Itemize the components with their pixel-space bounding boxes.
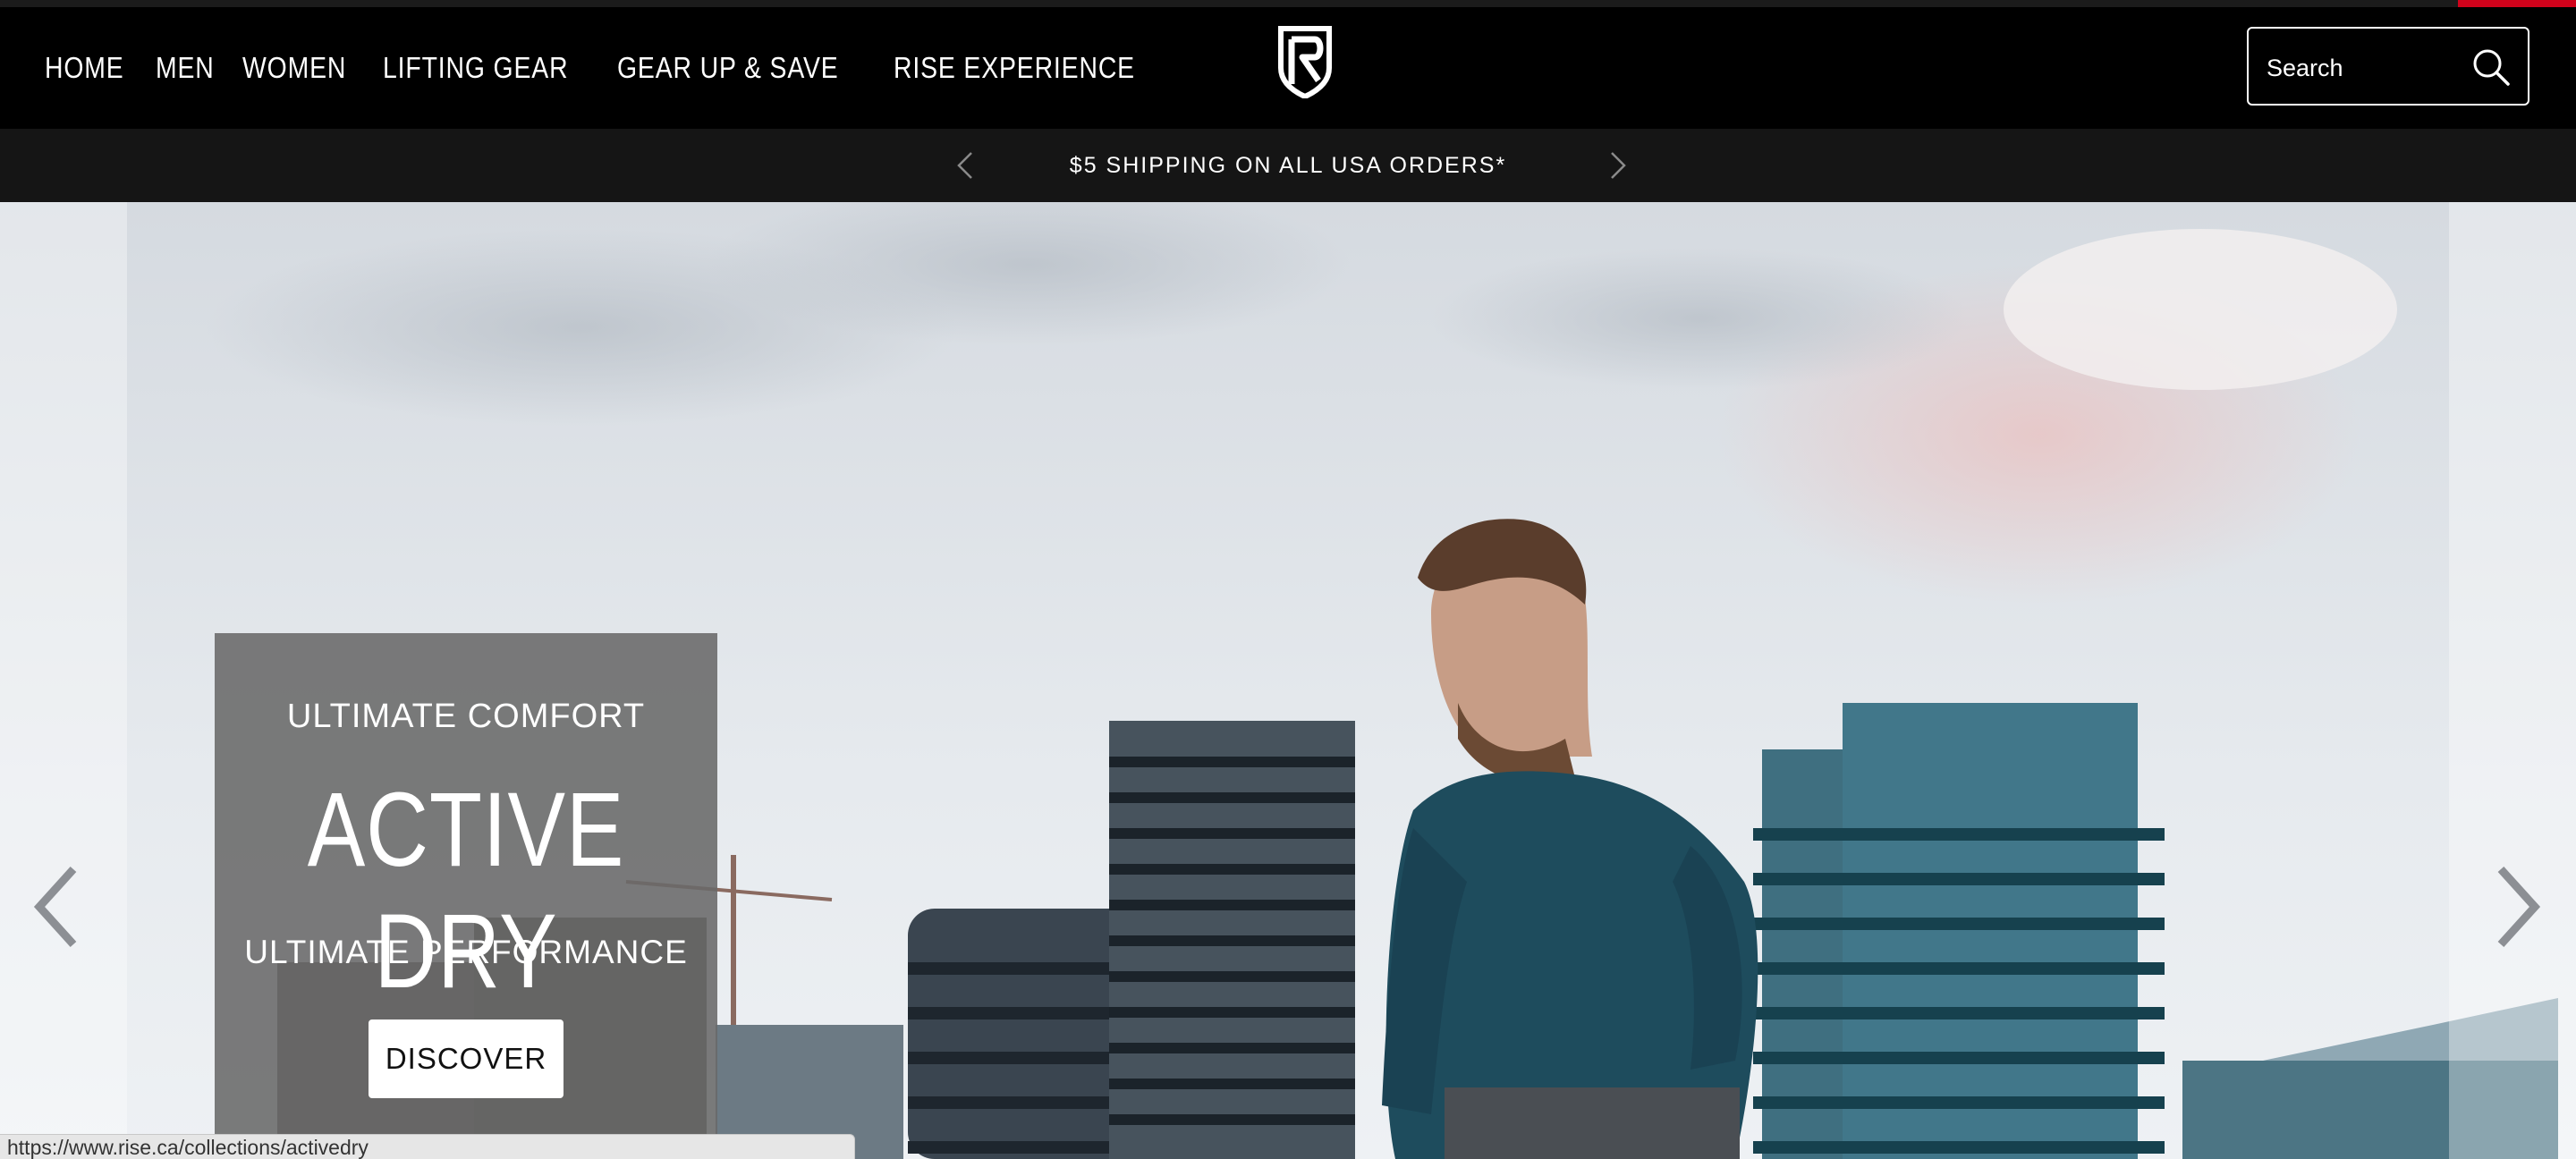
promo-headline: ACTIVE DRY — [307, 771, 625, 1011]
hero-promo-card: ULTIMATE COMFORT ACTIVE DRY ULTIMATE PER… — [215, 633, 717, 1159]
slider-next-arrow-icon[interactable] — [2487, 862, 2549, 952]
nav-women[interactable]: WOMEN — [242, 51, 346, 85]
nav-lifting-gear[interactable]: LIFTING GEAR — [383, 51, 568, 85]
site-header: HOME MEN WOMEN LIFTING GEAR GEAR UP & SA… — [0, 7, 2576, 129]
search-input[interactable] — [2265, 45, 2465, 91]
search-icon[interactable] — [2470, 47, 2512, 88]
top-accent-strip — [0, 0, 2576, 7]
search-box — [2247, 27, 2529, 106]
chevron-right-icon[interactable] — [1601, 150, 1631, 181]
main-nav: HOME MEN WOMEN LIFTING GEAR GEAR UP & SA… — [45, 7, 1167, 129]
nav-home[interactable]: HOME — [45, 51, 124, 85]
rise-logo[interactable] — [1275, 25, 1335, 100]
slider-fade-left — [0, 202, 127, 1159]
discover-button[interactable]: DISCOVER — [369, 1019, 564, 1098]
nav-gear-up-save[interactable]: GEAR UP & SAVE — [617, 51, 839, 85]
browser-status-url: https://www.rise.ca/collections/activedr… — [0, 1134, 855, 1159]
nav-rise-experience[interactable]: RISE EXPERIENCE — [894, 51, 1135, 85]
hero-slider: ULTIMATE COMFORT ACTIVE DRY ULTIMATE PER… — [0, 202, 2576, 1159]
nav-men[interactable]: MEN — [156, 51, 215, 85]
rise-r-logo-icon — [1278, 26, 1332, 100]
slider-prev-arrow-icon[interactable] — [25, 862, 88, 952]
announcement-bar: $5 SHIPPING ON ALL USA ORDERS* — [0, 129, 2576, 202]
announcement-text: $5 SHIPPING ON ALL USA ORDERS* — [1069, 153, 1507, 178]
promo-eyebrow: ULTIMATE COMFORT — [286, 698, 646, 735]
brand-accent-bar — [2458, 0, 2576, 7]
promo-subline: ULTIMATE PERFORMANCE — [244, 934, 688, 970]
slider-fade-right — [2449, 202, 2576, 1159]
